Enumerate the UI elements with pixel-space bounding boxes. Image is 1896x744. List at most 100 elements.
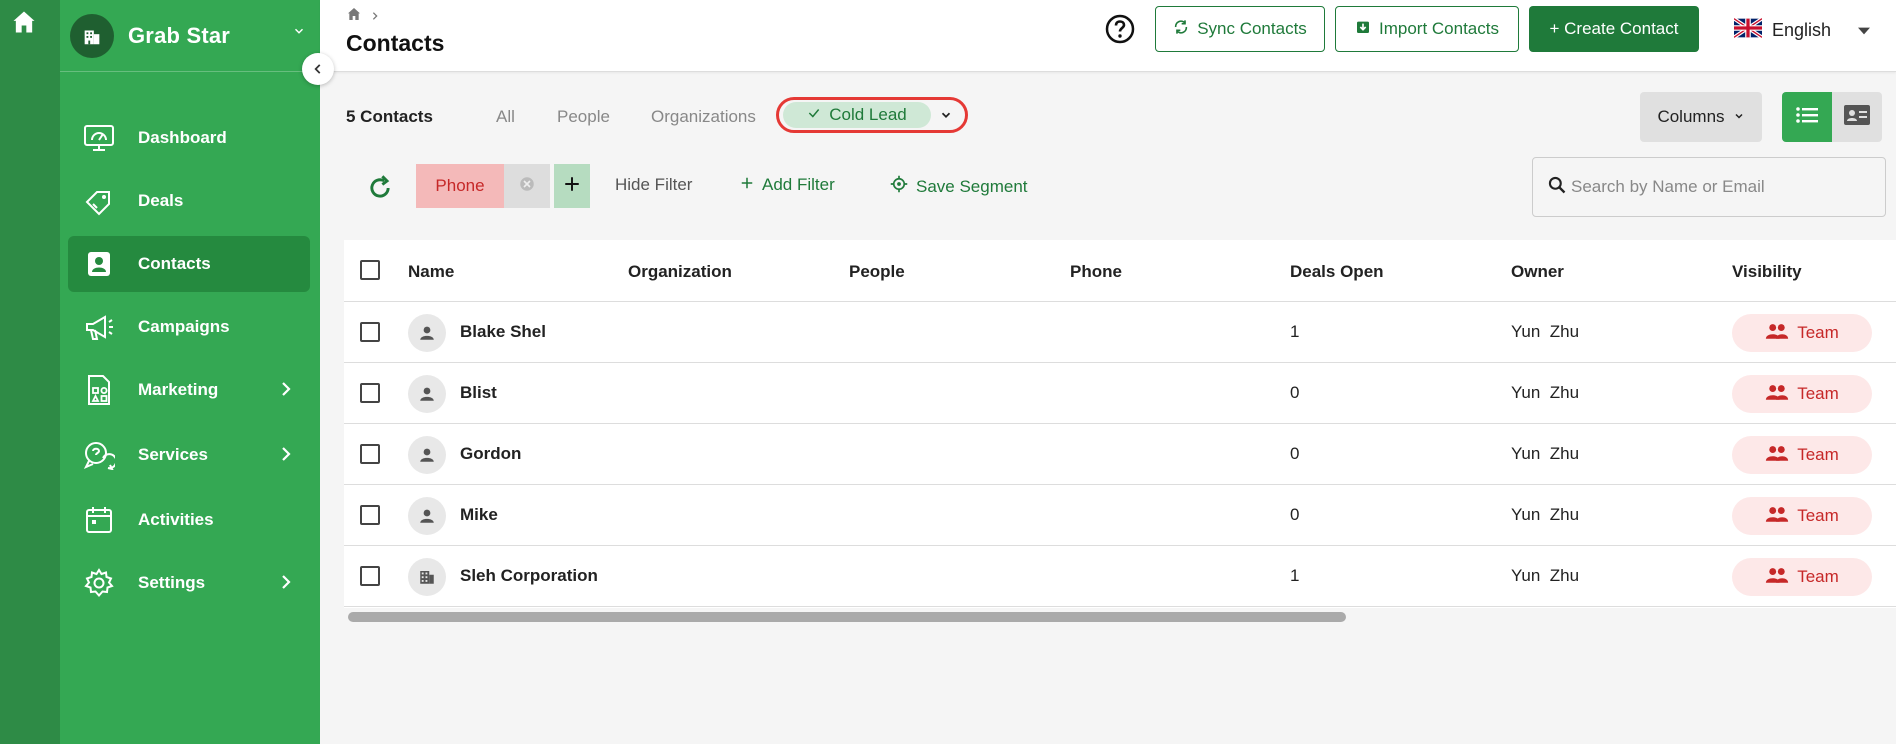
contact-owner: Yun Zhu — [1511, 444, 1580, 463]
gear-icon — [82, 566, 116, 600]
page-title: Contacts — [346, 30, 445, 56]
deals-open-count: 0 — [1290, 444, 1300, 463]
target-icon — [890, 175, 908, 198]
table-row[interactable]: Mike 0 Yun Zhu Team — [344, 485, 1896, 546]
list-view-button[interactable] — [1782, 92, 1832, 142]
table-row[interactable]: Gordon 0 Yun Zhu Team — [344, 424, 1896, 485]
help-icon[interactable] — [1104, 13, 1136, 45]
list-icon — [1795, 105, 1819, 130]
card-view-button[interactable] — [1832, 92, 1882, 142]
person-avatar-icon — [408, 375, 446, 413]
contact-name[interactable]: Blist — [460, 383, 497, 403]
contact-name[interactable]: Sleh Corporation — [460, 566, 598, 586]
table-row[interactable]: Blake Shel 1 Yun Zhu Team — [344, 302, 1896, 363]
columns-button[interactable]: Columns — [1640, 92, 1762, 142]
row-checkbox[interactable] — [360, 505, 380, 525]
table-row[interactable]: Sleh Corporation 1 Yun Zhu Team — [344, 546, 1896, 607]
column-header-name[interactable]: Name — [408, 262, 454, 282]
plus-icon — [563, 175, 581, 198]
team-icon — [1765, 383, 1789, 406]
column-header-visibility[interactable]: Visibility — [1732, 262, 1802, 282]
visibility-label: Team — [1797, 384, 1839, 403]
search-icon — [1533, 175, 1567, 200]
sidebar-item-deals[interactable]: Deals — [68, 173, 310, 229]
language-selector[interactable]: English — [1732, 16, 1832, 45]
row-checkbox[interactable] — [360, 383, 380, 403]
contact-owner: Yun Zhu — [1511, 383, 1580, 402]
column-header-phone[interactable]: Phone — [1070, 262, 1122, 282]
sync-contacts-button[interactable]: Sync Contacts — [1155, 6, 1325, 52]
add-filter-value-button[interactable] — [554, 164, 590, 208]
column-header-deals-open[interactable]: Deals Open — [1290, 262, 1384, 282]
contact-owner: Yun Zhu — [1511, 566, 1580, 585]
save-segment-label: Save Segment — [916, 176, 1028, 196]
column-header-organization[interactable]: Organization — [628, 262, 732, 282]
hide-filter-label: Hide Filter — [615, 175, 693, 194]
tab-all[interactable]: All — [496, 107, 515, 127]
breadcrumb-home-icon[interactable] — [346, 6, 362, 25]
import-contacts-button[interactable]: Import Contacts — [1335, 6, 1519, 52]
collapse-sidebar-button[interactable] — [302, 53, 334, 85]
visibility-label: Team — [1797, 567, 1839, 586]
brand-switcher[interactable]: Grab Star — [60, 0, 320, 72]
select-all-checkbox[interactable] — [360, 260, 380, 280]
visibility-label: Team — [1797, 445, 1839, 464]
search-box[interactable] — [1532, 157, 1886, 217]
contacts-count: 5 Contacts — [346, 107, 433, 126]
row-checkbox[interactable] — [360, 444, 380, 464]
contact-name[interactable]: Blake Shel — [460, 322, 546, 342]
sidebar-item-label: Dashboard — [138, 128, 227, 147]
chevron-down-icon[interactable] — [939, 108, 953, 127]
tab-people[interactable]: People — [557, 107, 610, 127]
language-label: English — [1772, 20, 1832, 40]
visibility-badge: Team — [1732, 314, 1872, 352]
chevron-down-icon[interactable] — [1856, 24, 1872, 42]
horizontal-scrollbar[interactable] — [348, 612, 1346, 622]
sidebar-item-contacts[interactable]: Contacts — [68, 236, 310, 292]
save-segment-button[interactable]: Save Segment — [890, 175, 1028, 198]
sidebar-item-label: Activities — [138, 510, 214, 529]
segment-cold-lead[interactable]: Cold Lead — [783, 102, 931, 128]
home-icon[interactable] — [10, 8, 38, 36]
segment-selector[interactable]: Cold Lead — [776, 97, 968, 133]
hide-filter-button[interactable]: Hide Filter — [615, 175, 692, 195]
create-contact-button[interactable]: + Create Contact — [1529, 6, 1699, 52]
table-row[interactable]: Blist 0 Yun Zhu Team — [344, 363, 1896, 424]
sidebar-item-settings[interactable]: Settings — [68, 555, 310, 611]
deals-icon — [82, 184, 116, 218]
contact-owner: Yun Zhu — [1511, 322, 1580, 341]
search-input[interactable] — [1571, 177, 1871, 197]
sidebar-item-campaigns[interactable]: Campaigns — [68, 299, 310, 355]
refresh-icon[interactable] — [366, 174, 394, 202]
contact-name[interactable]: Gordon — [460, 444, 521, 464]
sidebar-item-activities[interactable]: Activities — [68, 492, 310, 548]
remove-filter-button[interactable] — [504, 164, 550, 208]
sidebar-item-label: Deals — [138, 191, 184, 210]
sidebar-item-services[interactable]: Services — [68, 427, 310, 483]
building-icon — [70, 13, 114, 58]
contact-owner: Yun Zhu — [1511, 505, 1580, 524]
sidebar-item-marketing[interactable]: Marketing — [68, 362, 310, 418]
team-icon — [1765, 566, 1789, 589]
contact-name[interactable]: Mike — [460, 505, 498, 525]
phone-filter-chip[interactable]: Phone — [416, 164, 504, 208]
marketing-icon — [82, 373, 116, 407]
column-header-people[interactable]: People — [849, 262, 905, 282]
check-icon — [807, 105, 821, 125]
visibility-badge: Team — [1732, 375, 1872, 413]
tab-organizations[interactable]: Organizations — [651, 107, 756, 127]
add-filter-label: Add Filter — [762, 175, 835, 194]
row-checkbox[interactable] — [360, 566, 380, 586]
add-filter-button[interactable]: Add Filter — [740, 175, 835, 195]
row-checkbox[interactable] — [360, 322, 380, 342]
sidebar-item-dashboard[interactable]: Dashboard — [68, 110, 310, 166]
column-header-owner[interactable]: Owner — [1511, 262, 1564, 282]
visibility-label: Team — [1797, 323, 1839, 342]
plus-icon — [740, 175, 754, 195]
top-header: Contacts Sync Contacts Import Contacts +… — [320, 0, 1896, 72]
sidebar: Grab Star Dashboard Deals Contacts Campaign… — [60, 0, 320, 744]
person-avatar-icon — [408, 314, 446, 352]
deals-open-count: 0 — [1290, 505, 1300, 524]
deals-open-count: 1 — [1290, 322, 1300, 341]
visibility-label: Team — [1797, 506, 1839, 525]
